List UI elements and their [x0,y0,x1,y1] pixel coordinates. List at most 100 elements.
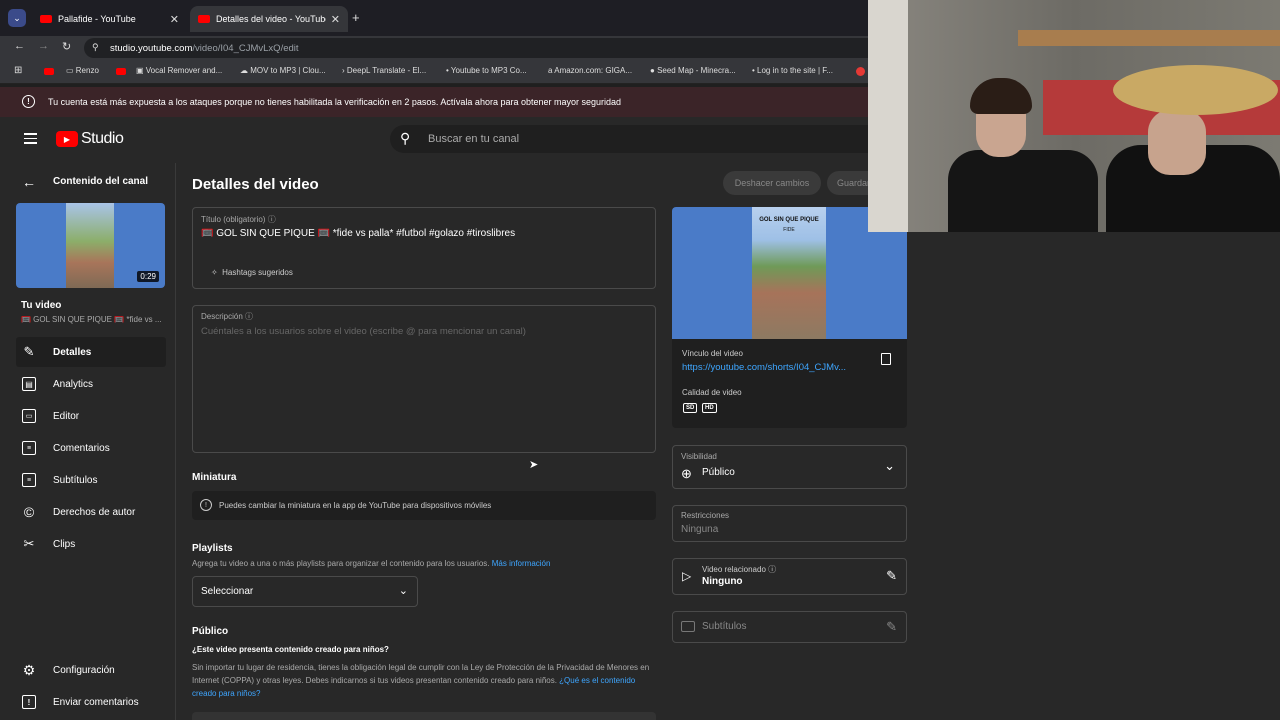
edit-icon[interactable]: ✎ [886,568,897,584]
related-video-value: Ninguno [702,576,743,587]
tab-pallafide[interactable]: Pallafide - YouTube ✕ [32,6,187,32]
close-tab-icon[interactable]: ✕ [331,13,340,26]
restrictions-value: Ninguna [681,524,719,535]
copy-icon[interactable] [881,353,891,365]
apps-grid-icon[interactable]: ⊞ [14,65,22,76]
preview-sub: FIDE [783,227,795,233]
youtube-bookmark-icon[interactable] [116,68,126,75]
description-field[interactable]: Descripción ⓘ Cuéntales a los usuarios s… [192,305,656,453]
sidebar-item-subtitulos[interactable]: ≡ Subtítulos [16,465,166,495]
help-icon[interactable]: ⓘ [245,312,253,321]
preview-caption: GOL SIN QUE PIQUE [759,217,819,223]
playlists-description: Agrega tu video a una o más playlists pa… [192,559,551,568]
menu-icon[interactable] [24,133,37,144]
bookmark-red-icon[interactable] [856,67,865,76]
page-title: Detalles del video [192,176,319,193]
video-quality-label: Calidad de video [682,388,742,397]
studio-header: ▶ Studio ⚲ Buscar en tu canal [0,117,868,163]
browser-tab-bar: ⌄ Pallafide - YouTube ✕ Detalles del vid… [0,0,868,36]
sidebar-item-feedback[interactable]: ! Enviar comentarios [16,687,166,717]
edit-icon[interactable]: ✎ [886,619,897,635]
visibility-select[interactable]: Visibilidad ⊕ Público ⌄ [672,445,907,489]
scissors-icon: ✂ [23,536,35,551]
address-bar[interactable]: ⚲ studio.youtube.com/video/I04_CJMvLxQ/e… [84,38,868,58]
sidebar-item-detalles[interactable]: ✎ Detalles [16,337,166,367]
webcam-overlay [868,0,1280,232]
bookmark-renzo[interactable]: ▭ Renzo [66,66,99,75]
back-arrow-icon[interactable]: ← [22,174,36,190]
restrictions-field[interactable]: Restricciones Ninguna [672,505,907,542]
back-arrow-icon[interactable]: ← [14,40,25,52]
reload-icon[interactable]: ↻ [62,40,71,53]
forward-arrow-icon[interactable]: → [38,40,49,52]
bookmark-yt-mp3[interactable]: • Youtube to MP3 Co... [446,66,527,75]
sidebar-item-derechos[interactable]: © Derechos de autor [16,497,166,527]
title-value[interactable]: 🥅 GOL SIN QUE PIQUE 🥅 *fide vs palla* #f… [201,228,515,239]
video-frame: GOL SIN QUE PIQUE FIDE [752,207,826,339]
youtube-favicon-icon [40,15,52,23]
youtube-play-icon: ▶ [56,131,78,147]
bookmark-login[interactable]: • Log in to the site | F... [752,66,833,75]
title-field[interactable]: Título (obligatorio) ⓘ 🥅 GOL SIN QUE PIQ… [192,207,656,289]
subtitles-icon [681,621,695,632]
youtube-studio-favicon-icon [198,15,210,23]
sidebar-item-editor[interactable]: ▭ Editor [16,401,166,431]
playlist-select[interactable]: Seleccionar ⌄ [192,576,418,607]
film-icon: ▭ [22,409,36,423]
help-icon[interactable]: ⓘ [768,565,776,574]
help-icon[interactable]: ⓘ [268,215,276,224]
subtitles-label: Subtítulos [702,621,747,632]
thumbnail-image [66,203,114,288]
sidebar-item-comentarios[interactable]: ≡ Comentarios [16,433,166,463]
bookmarks-bar: ⊞ ▭ Renzo ▣ Vocal Remover and... ☁ MOV t… [0,60,868,84]
gear-icon: ⚙ [22,661,36,678]
save-button[interactable]: Guardar [827,171,868,195]
channel-search-input[interactable]: ⚲ Buscar en tu canal [390,125,868,153]
alert-icon: ! [22,95,35,108]
related-video-label: Video relacionado ⓘ [702,565,777,574]
chevron-down-icon: ⌄ [884,458,895,473]
new-tab-icon[interactable]: + [352,10,360,25]
tab-detalles[interactable]: Detalles del video - YouTube Stu ✕ [190,6,348,32]
video-preview-card: GOL SIN QUE PIQUE FIDE Vínculo del video… [672,207,907,428]
copyright-icon: © [23,504,35,520]
close-tab-icon[interactable]: ✕ [170,13,179,26]
person-left [948,150,1098,232]
security-warning-bar: ! Tu cuenta está más expuesta a los ataq… [0,87,868,117]
browser-toolbar: ← → ↻ ⚲ studio.youtube.com/video/I04_CJM… [0,36,868,60]
window-light [868,0,908,232]
studio-logo[interactable]: ▶ Studio [56,130,124,148]
sidebar-item-clips[interactable]: ✂ Clips [16,529,166,559]
youtube-bookmark-icon[interactable] [44,68,54,75]
subtitles-field[interactable]: Subtítulos ✎ [672,611,907,643]
site-info-icon[interactable]: ⚲ [92,42,99,53]
video-link[interactable]: https://youtube.com/shorts/I04_CJMv... [682,362,846,373]
chevron-down-icon: ⌄ [398,585,408,597]
more-info-link[interactable]: Más información [492,559,551,568]
sidebar-item-configuracion[interactable]: ⚙ Configuración [16,655,166,685]
channel-content-link[interactable]: Contenido del canal [53,176,148,187]
title-label: Título (obligatorio) ⓘ [201,215,276,224]
bookmark-mov-mp3[interactable]: ☁ MOV to MP3 | Clou... [240,66,326,75]
sidebar: ← Contenido del canal 0:29 Tu video 🥅 GO… [0,163,176,720]
bookmark-seed-map[interactable]: ● Seed Map - Minecra... [650,66,736,75]
description-placeholder: Cuéntales a los usuarios sobre el video … [201,326,526,337]
bunk-bed-rail [1018,30,1280,46]
audience-question: ¿Este video presenta contenido creado pa… [192,645,389,654]
play-icon: ▷ [682,569,692,583]
sparkle-icon: ✧ [211,268,218,277]
sidebar-item-analytics[interactable]: ▤ Analytics [16,369,166,399]
video-thumbnail[interactable]: 0:29 [16,203,165,288]
bookmark-deepl[interactable]: › DeepL Translate - El... [342,66,426,75]
pencil-icon: ✎ [23,344,35,359]
bookmark-vocal-remover[interactable]: ▣ Vocal Remover and... [136,66,222,75]
description-label: Descripción ⓘ [201,312,254,321]
playlists-section-title: Playlists [192,543,233,554]
undo-changes-button[interactable]: Deshacer cambios [723,171,821,195]
suggested-hashtags-button[interactable]: ✧ Hashtags sugeridos [211,268,293,277]
tab-search-icon[interactable]: ⌄ [8,9,26,27]
bookmark-amazon[interactable]: a Amazon.com: GIGA... [548,66,632,75]
comment-icon: ≡ [22,441,36,455]
visibility-value: Público [702,467,735,478]
related-video-field[interactable]: ▷ Video relacionado ⓘ Ninguno ✎ [672,558,907,595]
